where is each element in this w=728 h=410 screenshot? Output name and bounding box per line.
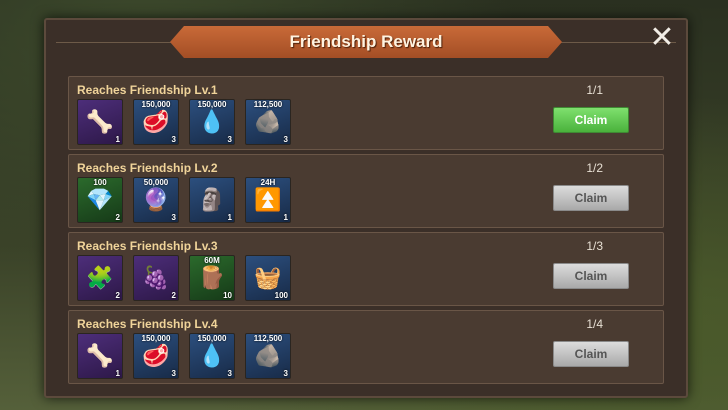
- reward-row: Reaches Friendship Lv.3 1/3 🧩 2 🍇 2 🪵 60M 10 🧺 100…: [68, 232, 664, 306]
- reward-progress: 1/1: [586, 83, 603, 97]
- dialog-title: Friendship Reward: [289, 32, 443, 51]
- puzzle-icon: 🧩: [86, 265, 114, 290]
- item-quantity: 1: [115, 369, 120, 378]
- reward-items: 💎 100 2 🔮 50,000 3 🗿 1 ⏫ 24H 1: [77, 177, 291, 223]
- item-amount: 112,500: [253, 100, 283, 109]
- reward-item[interactable]: 🥩 150,000 3: [133, 333, 179, 379]
- food-basket-icon: 🧺: [254, 265, 282, 290]
- horn-icon: 🦴: [86, 343, 114, 368]
- item-quantity: 3: [283, 135, 288, 144]
- reward-row-title: Reaches Friendship Lv.3: [77, 239, 218, 253]
- reward-item[interactable]: 🧺 100: [245, 255, 291, 301]
- reward-item[interactable]: 🪵 60M 10: [189, 255, 235, 301]
- goblin-statue-icon: 🗿: [198, 187, 226, 212]
- water-drop-icon: 💧: [198, 343, 226, 368]
- reward-item[interactable]: 🪨 112,500 3: [245, 333, 291, 379]
- reward-item[interactable]: 🦴 1: [77, 333, 123, 379]
- ruby-icon: 💎: [86, 187, 114, 212]
- stone-icon: 🪨: [254, 343, 282, 368]
- item-quantity: 3: [283, 369, 288, 378]
- reward-item[interactable]: 🦴 1: [77, 99, 123, 145]
- item-quantity: 1: [227, 213, 232, 222]
- item-amount: 150,000: [197, 100, 227, 109]
- reward-row-title: Reaches Friendship Lv.2: [77, 161, 218, 175]
- meat-icon: 🥩: [142, 343, 170, 368]
- reward-item[interactable]: 🔮 50,000 3: [133, 177, 179, 223]
- item-quantity: 10: [223, 291, 232, 300]
- horn-icon: 🦴: [86, 109, 114, 134]
- claim-button[interactable]: Claim: [553, 341, 629, 367]
- item-quantity: 2: [115, 291, 120, 300]
- crystal-icon: 🔮: [142, 187, 170, 212]
- item-amount: 50,000: [143, 178, 169, 187]
- water-drop-icon: 💧: [198, 109, 226, 134]
- reward-item[interactable]: 🍇 2: [133, 255, 179, 301]
- reward-item[interactable]: 💧 150,000 3: [189, 99, 235, 145]
- close-icon[interactable]: ✕: [648, 23, 676, 53]
- reward-items: 🦴 1 🥩 150,000 3 💧 150,000 3 🪨 112,500 3: [77, 333, 291, 379]
- meat-icon: 🥩: [142, 109, 170, 134]
- item-quantity: 3: [227, 369, 232, 378]
- item-quantity: 100: [274, 291, 288, 300]
- item-amount: 112,500: [253, 334, 283, 343]
- item-quantity: 2: [115, 213, 120, 222]
- friendship-reward-dialog: Friendship Reward ✕ Reaches Friendship L…: [44, 18, 688, 398]
- reward-item[interactable]: 🪨 112,500 3: [245, 99, 291, 145]
- reward-row-title: Reaches Friendship Lv.1: [77, 83, 218, 97]
- item-quantity: 3: [171, 135, 176, 144]
- item-amount: 60M: [204, 256, 220, 265]
- wood-arrow-icon: 🪵: [198, 265, 226, 290]
- reward-progress: 1/2: [586, 161, 603, 175]
- title-banner: Friendship Reward: [170, 26, 562, 58]
- reward-item[interactable]: 🗿 1: [189, 177, 235, 223]
- speedup-icon: ⏫: [254, 187, 282, 212]
- reward-row: Reaches Friendship Lv.1 1/1 🦴 1 🥩 150,000 3 💧 15…: [68, 76, 664, 150]
- reward-row: Reaches Friendship Lv.2 1/2 💎 100 2 🔮 50,000 3 🗿…: [68, 154, 664, 228]
- berry-icon: 🍇: [142, 265, 170, 290]
- reward-row: Reaches Friendship Lv.4 1/4 🦴 1 🥩 150,000 3 💧 15…: [68, 310, 664, 384]
- claim-button[interactable]: Claim: [553, 107, 629, 133]
- reward-progress: 1/3: [586, 239, 603, 253]
- item-quantity: 3: [171, 369, 176, 378]
- item-quantity: 2: [171, 291, 176, 300]
- item-amount: 150,000: [197, 334, 227, 343]
- reward-items: 🧩 2 🍇 2 🪵 60M 10 🧺 100: [77, 255, 291, 301]
- claim-button[interactable]: Claim: [553, 185, 629, 211]
- reward-item[interactable]: 💧 150,000 3: [189, 333, 235, 379]
- stone-icon: 🪨: [254, 109, 282, 134]
- item-quantity: 3: [171, 213, 176, 222]
- reward-item[interactable]: 💎 100 2: [77, 177, 123, 223]
- item-quantity: 3: [227, 135, 232, 144]
- reward-item[interactable]: 🥩 150,000 3: [133, 99, 179, 145]
- reward-item[interactable]: 🧩 2: [77, 255, 123, 301]
- item-amount: 24H: [260, 178, 276, 187]
- item-quantity: 1: [115, 135, 120, 144]
- reward-progress: 1/4: [586, 317, 603, 331]
- reward-row-title: Reaches Friendship Lv.4: [77, 317, 218, 331]
- item-amount: 150,000: [141, 334, 171, 343]
- claim-button[interactable]: Claim: [553, 263, 629, 289]
- reward-items: 🦴 1 🥩 150,000 3 💧 150,000 3 🪨 112,500 3: [77, 99, 291, 145]
- reward-item[interactable]: ⏫ 24H 1: [245, 177, 291, 223]
- item-quantity: 1: [283, 213, 288, 222]
- reward-list: Reaches Friendship Lv.1 1/1 🦴 1 🥩 150,000 3 💧 15…: [68, 76, 664, 388]
- item-amount: 150,000: [141, 100, 171, 109]
- item-amount: 100: [93, 178, 107, 187]
